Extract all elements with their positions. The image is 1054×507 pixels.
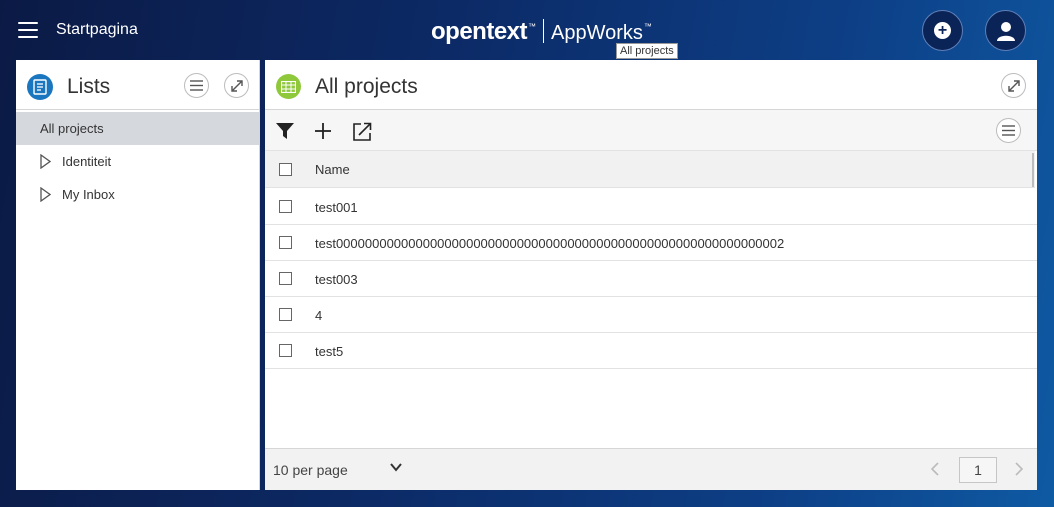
menu-lines-icon: [1002, 125, 1015, 136]
table-row[interactable]: test5: [265, 333, 1037, 369]
add-button[interactable]: +: [922, 10, 963, 51]
expand-triangle-icon[interactable]: [40, 187, 51, 202]
page-number[interactable]: 1: [959, 457, 997, 483]
list-item-label: My Inbox: [62, 187, 115, 202]
open-external-icon: [352, 122, 371, 141]
cell-name: 4: [315, 308, 323, 323]
list-item-label: Identiteit: [62, 154, 112, 169]
projects-panel: All projects Name test001 test0000000000…: [265, 60, 1037, 490]
scrollbar[interactable]: [1032, 153, 1034, 187]
list-item-my-inbox[interactable]: My Inbox: [16, 178, 259, 211]
row-checkbox[interactable]: [279, 200, 292, 213]
lists-icon: [27, 74, 53, 100]
cell-name: test001: [315, 200, 358, 215]
chevron-down-icon[interactable]: [389, 460, 403, 474]
projects-header: All projects: [265, 60, 1037, 110]
table-row[interactable]: test003: [265, 261, 1037, 297]
list-item-label: All projects: [40, 121, 104, 136]
lists-title: Lists: [67, 75, 111, 98]
lists-header: Lists: [16, 60, 259, 110]
column-header-name[interactable]: Name: [315, 162, 350, 177]
plus-circle-icon: +: [934, 22, 951, 39]
menu-lines-icon: [190, 80, 203, 91]
table-header: Name: [265, 151, 1035, 188]
row-checkbox[interactable]: [279, 344, 292, 357]
open-button[interactable]: [351, 120, 373, 142]
top-bar: Startpagina opentext ™ AppWorks ™ All pr…: [0, 0, 1054, 60]
projects-expand-button[interactable]: [1001, 73, 1026, 98]
lists-menu-button[interactable]: [184, 73, 209, 98]
brand-separator: [543, 19, 545, 43]
filter-icon: [276, 123, 294, 139]
row-checkbox[interactable]: [279, 272, 292, 285]
brand-tm: ™: [528, 22, 537, 31]
expand-icon: [1007, 79, 1020, 92]
next-page-icon[interactable]: [1013, 461, 1025, 477]
table-row[interactable]: test001: [265, 189, 1037, 225]
filter-button[interactable]: [274, 120, 296, 142]
add-item-button[interactable]: [312, 120, 334, 142]
expand-triangle-icon[interactable]: [40, 154, 51, 169]
list-item-all-projects[interactable]: All projects: [16, 112, 259, 145]
toolbar: [265, 110, 1037, 151]
lists-expand-button[interactable]: [224, 73, 249, 98]
brand-product: AppWorks: [551, 22, 643, 44]
table-menu-button[interactable]: [996, 118, 1021, 143]
user-button[interactable]: [985, 10, 1026, 51]
table-row[interactable]: 4: [265, 297, 1037, 333]
cell-name: test5: [315, 344, 344, 359]
select-all-checkbox[interactable]: [279, 163, 292, 176]
previous-page-icon[interactable]: [929, 461, 941, 477]
menu-icon[interactable]: [18, 22, 38, 38]
cell-name: test003: [315, 272, 358, 287]
tooltip: All projects: [616, 43, 678, 59]
user-icon: [996, 21, 1015, 41]
page-title: All projects: [315, 75, 418, 98]
product-tm: ™: [643, 22, 652, 31]
row-checkbox[interactable]: [279, 236, 292, 249]
plus-icon: [315, 123, 331, 139]
per-page-select[interactable]: 10 per page: [273, 462, 348, 478]
pagination-footer: 10 per page 1: [265, 448, 1037, 490]
cell-name: test000000000000000000000000000000000000…: [315, 236, 785, 251]
lists-panel: Lists All projects Identiteit My Inbox: [16, 60, 260, 490]
row-checkbox[interactable]: [279, 308, 292, 321]
expand-icon: [230, 79, 243, 92]
brand-logo: opentext ™ AppWorks ™: [431, 15, 652, 46]
list-item-identiteit[interactable]: Identiteit: [16, 145, 259, 178]
brand-name: opentext: [431, 18, 528, 45]
grid-icon: [276, 74, 301, 99]
table-row[interactable]: test000000000000000000000000000000000000…: [265, 225, 1037, 261]
home-link[interactable]: Startpagina: [56, 21, 138, 39]
